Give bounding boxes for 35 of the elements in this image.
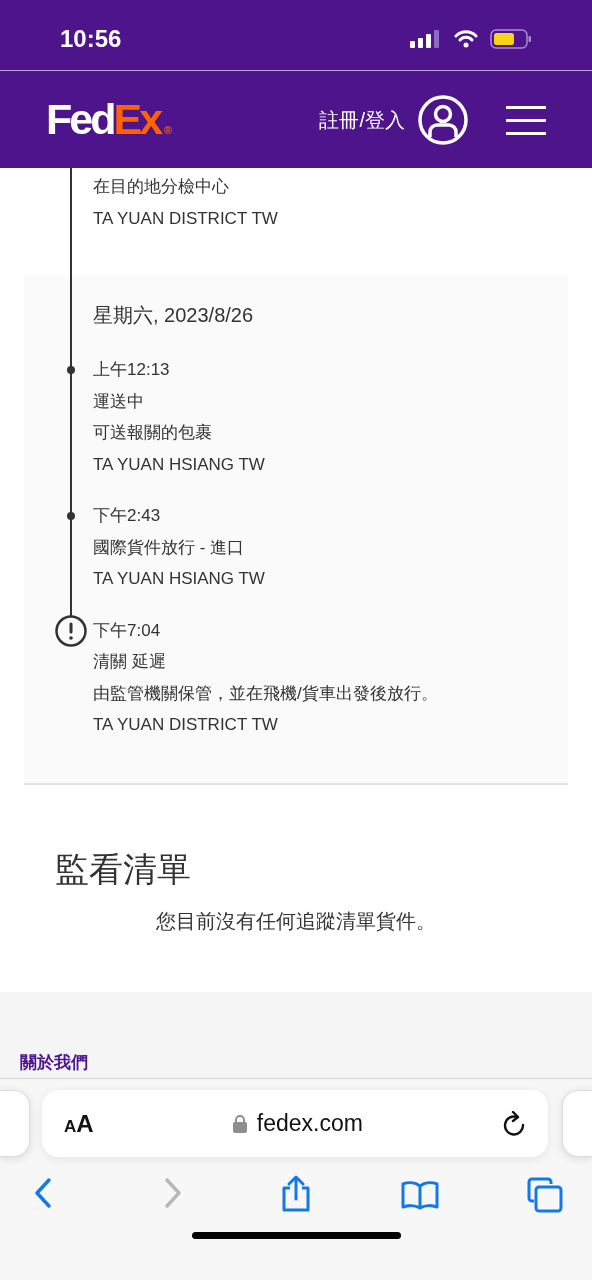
- lock-icon: [232, 1114, 247, 1133]
- battery-icon: [490, 28, 532, 50]
- status-time: 10:56: [60, 24, 122, 54]
- tabs-icon[interactable]: [527, 1177, 563, 1213]
- event-text: 可送報關的包裹: [93, 422, 213, 444]
- bookmarks-icon[interactable]: [401, 1180, 439, 1210]
- event-text: 運送中: [93, 390, 145, 413]
- alert-icon: [55, 614, 87, 647]
- event-text: TA YUAN DISTRICT TW: [93, 714, 279, 736]
- menu-icon[interactable]: [506, 103, 546, 136]
- watch-list-heading: 監看清單: [54, 848, 192, 889]
- event-text: 由監管機關保管，並在飛機/貨車出發後放行。: [93, 682, 439, 705]
- reload-icon[interactable]: [502, 1110, 526, 1137]
- fedex-logo[interactable]: FedEx®: [46, 98, 173, 141]
- url-text: fedex.com: [256, 1109, 363, 1139]
- event-time: 下午2:43: [93, 505, 162, 527]
- signal-icon: [410, 29, 440, 49]
- event-time: 下午7:04: [93, 619, 162, 642]
- event-text: TA YUAN HSIANG TW: [93, 453, 266, 476]
- about-link[interactable]: 關於我們: [20, 1052, 88, 1072]
- back-icon[interactable]: [34, 1177, 52, 1209]
- event-text: 清關 延遲: [93, 651, 167, 673]
- event-text: 在目的地分檢中心: [93, 176, 230, 198]
- empty-message: 您目前沒有任何追蹤清單貨件。: [155, 908, 437, 934]
- sign-in-link[interactable]: 註冊/登入: [319, 104, 405, 135]
- event-time: 上午12:13: [93, 359, 171, 381]
- address-bar[interactable]: AA fedex.com: [42, 1090, 548, 1157]
- date-heading: 星期六, 2023/8/26: [92, 303, 255, 328]
- event-text: 國際貨件放行 - 進口: [93, 536, 246, 559]
- event-text: TA YUAN DISTRICT TW: [93, 207, 279, 230]
- event-text: TA YUAN HSIANG TW: [93, 568, 266, 590]
- text-size-button[interactable]: AA: [64, 1111, 94, 1136]
- wifi-icon: [454, 30, 478, 48]
- user-icon[interactable]: [418, 94, 468, 145]
- share-icon[interactable]: [280, 1175, 312, 1213]
